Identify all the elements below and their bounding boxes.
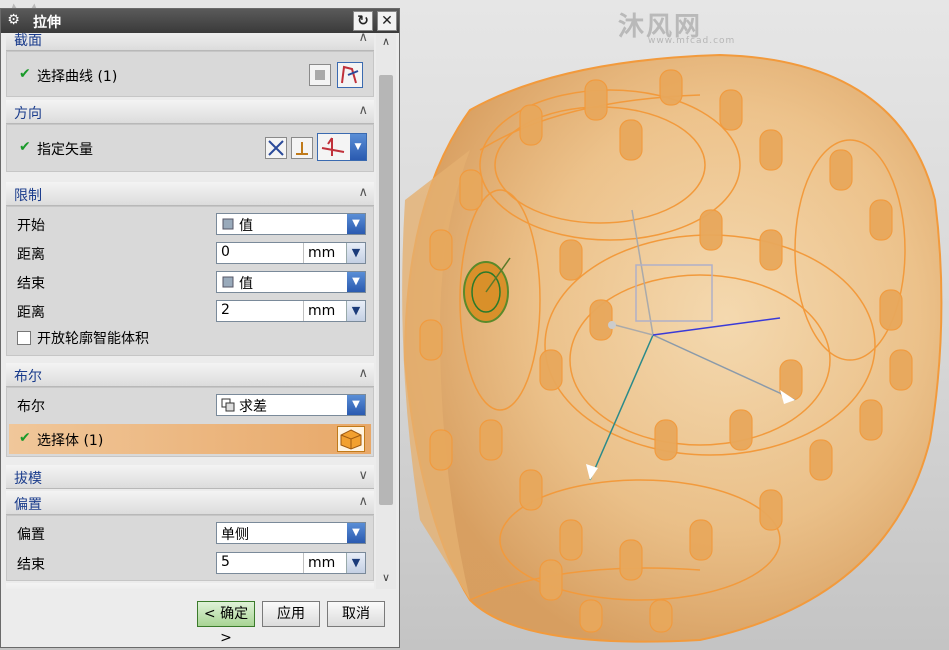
check-icon: ✔ [19,139,31,155]
offset-label: 偏置 [17,527,45,543]
section-header-direction[interactable]: 方向 ∧ [6,100,374,124]
open-profile-checkbox[interactable] [17,331,31,345]
chevron-down-icon: ▼ [350,134,366,160]
check-icon: ✔ [19,430,31,446]
scroll-up-icon[interactable]: ∧ [378,35,394,53]
limits-body: 开始 值 ▼ 距离 0 mm ▼ 结束 值 ▼ 距离 2 mm ▼ 开放轮廓智能… [6,206,374,356]
open-profile-label: 开放轮廓智能体积 [37,331,149,347]
select-curve-label[interactable]: 选择曲线 (1) [37,66,117,86]
subtract-icon [221,398,235,412]
offset-end-unit: mm [303,553,350,573]
chevron-down-icon: ▼ [347,523,365,543]
offset-type-select[interactable]: 单侧 ▼ [216,522,366,544]
gear-icon[interactable]: ⚙ [5,12,22,29]
boolean-section-label: 布尔 [14,369,42,385]
offset-end-value[interactable]: 5 [221,554,230,570]
end-type-value: 值 [239,276,253,292]
section-header-boolean[interactable]: 布尔 ∧ [6,363,374,387]
start-type-select[interactable]: 值 ▼ [216,213,366,235]
vector-icon [321,137,345,156]
limits-label: 限制 [14,188,42,204]
end-distance-unit: mm [303,301,350,321]
reset-button[interactable]: ↻ [353,11,373,31]
select-body-label: 选择体 (1) [37,433,104,449]
offset-section-label: 偏置 [14,497,42,513]
chevron-down-icon: ∨ [358,468,368,483]
extrude-dialog: ⚙ 拉伸 ↻ ✕ 截面 ∧ ✔ 选择曲线 (1) 方向 ∧ ✔ 指定矢量 ▼ 限… [0,8,400,648]
offset-type-value: 单侧 [221,527,249,543]
dialog-titlebar[interactable]: ⚙ 拉伸 ↻ ✕ [1,9,399,33]
start-distance-label: 距离 [17,247,45,263]
specify-vector-label[interactable]: 指定矢量 [37,139,93,159]
chevron-down-icon[interactable]: ▼ [346,553,365,573]
select-body-row[interactable]: ✔ 选择体 (1) [9,424,371,454]
vector-type-dropdown[interactable]: ▼ [317,133,367,161]
cube-icon [340,429,362,450]
chevron-up-icon: ∧ [358,103,368,118]
chevron-up-icon: ∧ [358,366,368,381]
boolean-body: 布尔 求差 ▼ ✔ 选择体 (1) [6,387,374,457]
chevron-up-icon: ∧ [358,185,368,200]
chevron-down-icon: ▼ [347,272,365,292]
chevron-up-icon: ∧ [358,494,368,509]
dialog-scrollbar[interactable]: ∧ ∨ [376,33,396,589]
sketch-section-button[interactable] [309,64,331,86]
start-distance-unit: mm [303,243,350,263]
check-icon: ✔ [19,66,31,82]
section-header-settings[interactable]: 设置 [6,583,374,589]
reverse-direction-icon [268,140,284,156]
boolean-type-value: 求差 [239,399,267,415]
section-header-draft[interactable]: 拔模 ∨ [6,465,374,489]
chevron-up-icon: ∧ [358,33,368,45]
direction-label: 方向 [14,106,42,122]
end-distance-field[interactable]: 2 mm ▼ [216,300,366,322]
apply-button[interactable]: 应用 [262,601,320,627]
section-label: 截面 [14,33,42,49]
scroll-down-icon[interactable]: ∨ [378,571,394,589]
end-type-select[interactable]: 值 ▼ [216,271,366,293]
value-icon [222,218,234,230]
sketch-icon [315,70,325,80]
section-header-offset[interactable]: 偏置 ∧ [6,491,374,515]
direction-body: ✔ 指定矢量 ▼ [6,124,374,172]
curve-select-button[interactable] [337,62,363,88]
start-type-value: 值 [239,218,253,234]
curve-icon [341,65,359,84]
section-body: ✔ 选择曲线 (1) [6,51,374,97]
cancel-button[interactable]: 取消 [327,601,385,627]
section-header-section[interactable]: 截面 ∧ [6,33,374,51]
ok-button[interactable]: < 确定 > [197,601,255,646]
start-distance-field[interactable]: 0 mm ▼ [216,242,366,264]
end-distance-value[interactable]: 2 [221,302,230,318]
reverse-direction-button[interactable] [265,137,287,159]
dialog-title: 拉伸 [33,15,61,31]
scrollbar-thumb[interactable] [379,75,393,505]
start-label: 开始 [17,218,45,234]
chevron-down-icon[interactable]: ▼ [346,243,365,263]
end-distance-label: 距离 [17,305,45,321]
offset-end-field[interactable]: 5 mm ▼ [216,552,366,574]
watermark-subtext: www.mfcad.com [648,36,736,46]
boolean-label: 布尔 [17,399,45,415]
settings-label: 设置 [14,586,42,589]
draft-label: 拔模 [14,471,42,487]
vector-dialog-button[interactable] [291,137,313,159]
chevron-down-icon: ▼ [347,214,365,234]
value-icon [222,276,234,288]
boolean-type-select[interactable]: 求差 ▼ [216,394,366,416]
chevron-down-icon: ▼ [347,395,365,415]
dialog-content: 截面 ∧ ✔ 选择曲线 (1) 方向 ∧ ✔ 指定矢量 ▼ 限制 ∧ 开始 值 … [6,33,374,589]
select-body-button[interactable] [337,426,365,452]
section-header-limits[interactable]: 限制 ∧ [6,182,374,206]
close-button[interactable]: ✕ [377,11,397,31]
chevron-down-icon[interactable]: ▼ [346,301,365,321]
offset-body: 偏置 单侧 ▼ 结束 5 mm ▼ [6,515,374,581]
end-label: 结束 [17,276,45,292]
start-distance-value[interactable]: 0 [221,244,230,260]
offset-end-label: 结束 [17,557,45,573]
vector-dialog-icon [296,142,308,155]
